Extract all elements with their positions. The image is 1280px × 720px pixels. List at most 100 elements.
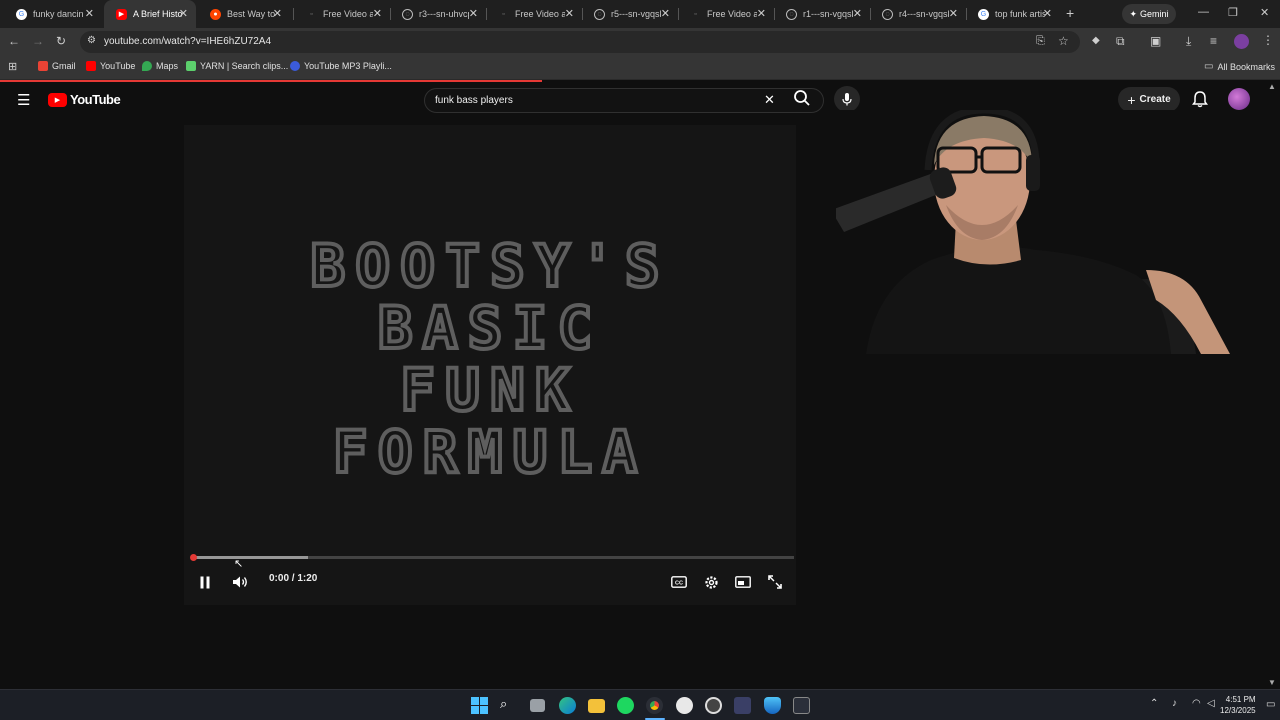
davinci-resolve-icon[interactable] — [793, 697, 810, 714]
tab-2[interactable]: ● Best Way to D ✕ — [198, 0, 290, 28]
gemini-button[interactable]: ✦ Gemini — [1122, 4, 1176, 24]
volume-button[interactable] — [229, 571, 251, 593]
new-tab-icon[interactable]: + — [1066, 5, 1074, 21]
all-bookmarks[interactable]: ▭ All Bookmarks — [1204, 61, 1275, 72]
bookmark-star-icon[interactable]: ☆ — [1058, 34, 1069, 48]
scroll-down-arrow[interactable]: ▼ — [1268, 678, 1276, 687]
bookmark-maps[interactable]: Maps — [142, 61, 178, 71]
bookmark-label: YARN | Search clips... — [200, 61, 289, 71]
tab-search-icon[interactable]: ▣ — [1150, 34, 1161, 48]
video-player[interactable]: BOOTSY'S BASIC FUNK FORMULA ↖ 0:00 / 1:2… — [184, 125, 796, 605]
file-explorer-icon[interactable] — [588, 699, 605, 713]
video-title-card: BOOTSY'S BASIC FUNK FORMULA — [184, 233, 796, 485]
media-app-icon[interactable] — [676, 697, 693, 714]
restore-icon[interactable]: ❐ — [1228, 6, 1238, 19]
tab-5[interactable]: ▫ Free Video and ✕ — [486, 0, 582, 28]
close-window-icon[interactable]: ✕ — [1260, 6, 1269, 19]
address-bar[interactable]: ⚙ youtube.com/watch?v=IHE6hZU72A4 ⎘ ☆ — [80, 31, 1080, 53]
search-box[interactable]: funk bass players ✕ — [424, 88, 824, 113]
browser-tab-strip: G funky dancing ✕ ▶ A Brief History ✕ ● … — [0, 0, 1280, 28]
audio-editor-icon[interactable] — [734, 697, 751, 714]
apps-grid-icon[interactable]: ⊞ — [8, 60, 17, 73]
pause-button[interactable] — [194, 571, 216, 593]
app-icon[interactable] — [764, 697, 781, 714]
volume-icon — [232, 576, 247, 588]
close-tab-icon[interactable]: ✕ — [85, 7, 94, 20]
captions-button[interactable]: CC — [668, 571, 690, 593]
back-icon[interactable]: ← — [8, 34, 20, 48]
tab-4[interactable]: ◌ r3---sn-uhvcp ✕ — [390, 0, 486, 28]
forward-icon[interactable]: → — [32, 34, 44, 48]
tab-3[interactable]: ▫ Free Video and ✕ — [294, 0, 390, 28]
progress-scrubber[interactable] — [190, 554, 197, 561]
clear-search-icon[interactable]: ✕ — [764, 92, 775, 108]
close-tab-icon[interactable]: ✕ — [273, 7, 282, 20]
extension-pin-icon[interactable]: ◆ — [1092, 35, 1100, 46]
system-clock[interactable]: 4:51 PM 12/3/2025 — [1220, 694, 1256, 716]
youtube-wordmark: YouTube — [70, 92, 121, 107]
start-button[interactable] — [471, 697, 488, 714]
chrome-icon[interactable] — [646, 697, 663, 714]
close-tab-icon[interactable]: ✕ — [179, 7, 188, 20]
profile-avatar[interactable] — [1234, 34, 1249, 49]
close-tab-icon[interactable]: ✕ — [853, 7, 862, 20]
progress-bar[interactable] — [190, 554, 794, 561]
bookmark-gmail[interactable]: Gmail — [38, 61, 76, 71]
clock-time: 4:51 PM — [1225, 695, 1256, 704]
tray-overflow-icon[interactable]: ⌃ — [1150, 698, 1158, 709]
tab-title: r1---sn-vgqsk — [803, 9, 853, 19]
bookmark-yarn[interactable]: YARN | Search clips... — [186, 61, 288, 71]
streamer-webcam-image — [836, 110, 1230, 354]
downloads-icon[interactable]: ⤓ — [1186, 34, 1191, 49]
gmail-icon — [38, 61, 48, 71]
bookmark-youtube[interactable]: YouTube — [86, 61, 135, 71]
close-tab-icon[interactable]: ✕ — [469, 7, 478, 20]
bookmark-label: YouTube — [100, 61, 136, 71]
notification-icon[interactable]: ▭ — [1266, 699, 1275, 710]
account-avatar[interactable] — [1228, 88, 1250, 110]
site-info-icon[interactable]: ⚙ — [87, 35, 96, 46]
more-menu-icon[interactable]: ⋮ — [1262, 33, 1274, 47]
tab-1[interactable]: ▶ A Brief History ✕ — [104, 0, 196, 28]
scroll-up-arrow[interactable]: ▲ — [1268, 82, 1276, 91]
tab-title: Free Video and — [323, 9, 373, 19]
edge-icon[interactable] — [559, 697, 576, 714]
media-controls-icon[interactable]: ≡ — [1210, 34, 1217, 48]
tab-6[interactable]: ◌ r5---sn-vgqsk ✕ — [582, 0, 678, 28]
bookmark-youtube-mp3[interactable]: YouTube MP3 Playli... — [290, 61, 392, 71]
spotify-icon[interactable] — [617, 697, 634, 714]
close-tab-icon[interactable]: ✕ — [373, 7, 382, 20]
miniplayer-button[interactable] — [732, 571, 754, 593]
wifi-icon[interactable]: ◠ — [1192, 698, 1201, 709]
fullscreen-icon — [768, 575, 782, 589]
reload-icon[interactable]: ↻ — [56, 34, 66, 48]
tab-7[interactable]: ▫ Free Video and ✕ — [678, 0, 774, 28]
taskbar-search-icon[interactable]: ⌕ — [500, 696, 517, 713]
close-tab-icon[interactable]: ✕ — [949, 7, 958, 20]
youtube-logo[interactable]: ▶ YouTube — [48, 92, 121, 107]
svg-text:CC: CC — [675, 581, 683, 587]
search-input[interactable]: funk bass players — [435, 95, 513, 106]
voice-search-button[interactable] — [834, 86, 860, 112]
close-tab-icon[interactable]: ✕ — [565, 7, 574, 20]
close-tab-icon[interactable]: ✕ — [1043, 7, 1052, 20]
task-view-icon[interactable] — [530, 699, 545, 712]
tab-9[interactable]: ◌ r4---sn-vgqsk ✕ — [870, 0, 966, 28]
settings-button[interactable] — [700, 571, 722, 593]
tray-microphone-icon[interactable]: ♪ — [1172, 698, 1177, 709]
fullscreen-button[interactable] — [764, 571, 786, 593]
title-card-line: BASIC — [376, 294, 603, 362]
hamburger-menu-icon[interactable]: ☰ — [17, 91, 30, 109]
speaker-icon[interactable]: ◁ — [1207, 698, 1215, 709]
obs-icon[interactable] — [705, 697, 722, 714]
minimize-icon[interactable]: — — [1198, 6, 1209, 18]
search-button[interactable] — [793, 89, 813, 109]
close-tab-icon[interactable]: ✕ — [661, 7, 670, 20]
close-tab-icon[interactable]: ✕ — [757, 7, 766, 20]
install-app-icon[interactable]: ⎘ — [1036, 35, 1045, 48]
extensions-icon[interactable]: ⧉ — [1116, 34, 1125, 49]
tab-10[interactable]: G top funk artis ✕ — [966, 0, 1060, 28]
tab-0[interactable]: G funky dancing ✕ — [4, 0, 102, 28]
create-button[interactable]: + Create — [1118, 87, 1180, 112]
tab-8[interactable]: ◌ r1---sn-vgqsk ✕ — [774, 0, 870, 28]
